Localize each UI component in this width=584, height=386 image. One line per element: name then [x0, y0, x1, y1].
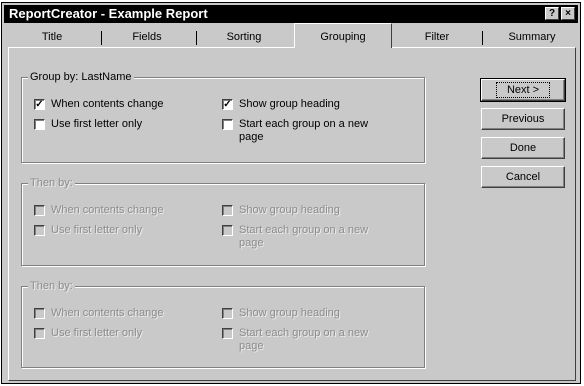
checkbox-checked-icon[interactable]: ✓: [222, 99, 233, 110]
option-label: Use first letter only: [51, 118, 143, 130]
when-contents-change-checkbox[interactable]: ✓ When contents change: [34, 98, 164, 111]
help-button[interactable]: ?: [545, 7, 559, 20]
when-contents-change-checkbox[interactable]: When contents change: [34, 307, 164, 320]
cancel-button[interactable]: Cancel: [481, 166, 565, 188]
report-creator-window: ReportCreator - Example Report ? × Title…: [1, 2, 581, 384]
checkbox-icon[interactable]: [34, 119, 45, 130]
when-contents-change-checkbox[interactable]: When contents change: [34, 204, 164, 217]
option-label: Start each group on a new page: [239, 118, 369, 143]
tab-title[interactable]: Title: [12, 25, 92, 47]
show-group-heading-checkbox[interactable]: ✓ Show group heading: [222, 98, 340, 111]
previous-button[interactable]: Previous: [481, 108, 565, 130]
option-label: Use first letter only: [51, 224, 143, 236]
tab-divider: [196, 31, 197, 45]
use-first-letter-checkbox[interactable]: Use first letter only: [34, 224, 142, 237]
checkbox-icon[interactable]: [34, 308, 45, 319]
tab-fields[interactable]: Fields: [104, 25, 190, 47]
start-new-page-checkbox[interactable]: Start each group on a new page: [222, 327, 368, 353]
option-label: When contents change: [51, 204, 164, 216]
use-first-letter-checkbox[interactable]: Use first letter only: [34, 118, 142, 131]
tab-divider: [101, 31, 102, 45]
checkbox-icon[interactable]: [34, 205, 45, 216]
window-title: ReportCreator - Example Report: [9, 6, 208, 21]
option-label: Show group heading: [239, 204, 340, 216]
checkbox-icon[interactable]: [222, 205, 233, 216]
checkbox-icon[interactable]: [34, 225, 45, 236]
close-button[interactable]: ×: [561, 7, 575, 20]
next-button[interactable]: Next >: [480, 78, 566, 102]
title-bar: ReportCreator - Example Report ? ×: [4, 5, 578, 23]
checkbox-checked-icon[interactable]: ✓: [34, 99, 45, 110]
group-label: Then by:: [28, 176, 75, 190]
show-group-heading-checkbox[interactable]: Show group heading: [222, 307, 340, 320]
tab-summary[interactable]: Summary: [486, 25, 578, 47]
checkbox-icon[interactable]: [222, 308, 233, 319]
tab-grouping[interactable]: Grouping: [294, 23, 392, 48]
option-label: Show group heading: [239, 307, 340, 319]
group-label: Group by: LastName: [28, 70, 134, 84]
option-label: Start each group on a new page: [239, 224, 369, 249]
checkbox-icon[interactable]: [222, 328, 233, 339]
option-label: Show group heading: [239, 98, 340, 110]
group-by-lastname: Group by: LastName ✓ When contents chang…: [21, 70, 425, 163]
checkbox-icon[interactable]: [222, 119, 233, 130]
then-by-group-2: Then by: When contents change Use first …: [21, 279, 425, 368]
tab-divider: [482, 31, 483, 45]
tab-strip: Title Fields Sorting Grouping Filter Sum…: [4, 23, 578, 48]
start-new-page-checkbox[interactable]: Start each group on a new page: [222, 118, 368, 144]
done-button[interactable]: Done: [481, 137, 565, 159]
option-label: Start each group on a new page: [239, 327, 369, 352]
show-group-heading-checkbox[interactable]: Show group heading: [222, 204, 340, 217]
group-label: Then by:: [28, 279, 75, 293]
checkbox-icon[interactable]: [222, 225, 233, 236]
start-new-page-checkbox[interactable]: Start each group on a new page: [222, 224, 368, 250]
checkbox-icon[interactable]: [34, 328, 45, 339]
tab-sorting[interactable]: Sorting: [200, 25, 288, 47]
then-by-group-1: Then by: When contents change Use first …: [21, 176, 425, 266]
grouping-panel: Group by: LastName ✓ When contents chang…: [8, 47, 576, 381]
option-label: When contents change: [51, 98, 164, 110]
option-label: When contents change: [51, 307, 164, 319]
use-first-letter-checkbox[interactable]: Use first letter only: [34, 327, 142, 340]
option-label: Use first letter only: [51, 327, 143, 339]
tab-filter[interactable]: Filter: [396, 25, 478, 47]
